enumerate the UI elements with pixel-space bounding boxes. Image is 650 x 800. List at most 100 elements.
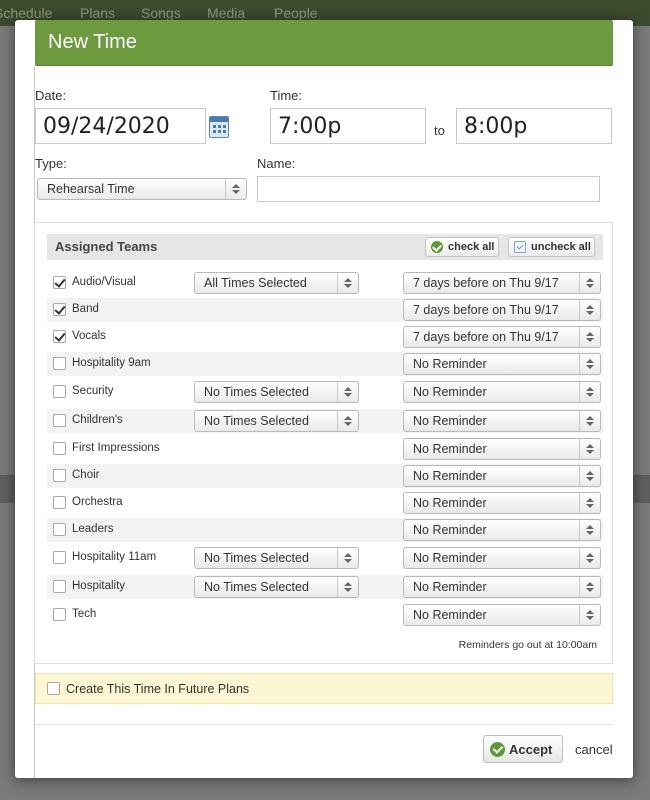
team-row: Audio/Visual All Times Selected 7 days b… — [47, 271, 603, 295]
check-all-button[interactable]: check all — [425, 237, 499, 257]
cancel-link[interactable]: cancel — [575, 742, 613, 757]
team-row: Hospitality 9am No Reminder — [47, 352, 603, 376]
start-time-input[interactable]: 7:00p — [270, 108, 426, 144]
times-select-value: No Times Selected — [204, 385, 309, 399]
future-plans-option[interactable]: Create This Time In Future Plans — [35, 673, 613, 704]
name-label: Name: — [257, 156, 296, 171]
times-select-value: No Times Selected — [204, 551, 309, 565]
reminder-select[interactable]: No Reminder — [403, 353, 601, 375]
reminder-select[interactable]: No Reminder — [403, 547, 601, 569]
reminder-select[interactable]: No Reminder — [403, 576, 601, 598]
team-checkbox[interactable] — [53, 580, 66, 593]
reminder-select-value: 7 days before on Thu 9/17 — [413, 276, 559, 290]
reminder-note: Reminders go out at 10:00am — [458, 639, 597, 651]
team-checkbox[interactable] — [53, 414, 66, 427]
team-name: Orchestra — [72, 496, 123, 508]
team-checkbox[interactable] — [53, 496, 66, 509]
select-arrows-icon — [579, 577, 600, 597]
reminder-select[interactable]: 7 days before on Thu 9/17 — [403, 272, 601, 294]
select-arrows-icon — [337, 382, 358, 402]
select-arrows-icon — [579, 411, 600, 431]
reminder-select-value: No Reminder — [413, 496, 487, 510]
assigned-teams-header: Assigned Teams check all uncheck all — [47, 234, 603, 260]
team-name: Choir — [72, 469, 100, 481]
team-row: Orchestra No Reminder — [47, 491, 603, 515]
select-arrows-icon — [337, 548, 358, 568]
reminder-select-value: No Reminder — [413, 385, 487, 399]
end-time-input[interactable]: 8:00p — [456, 108, 612, 144]
team-row: Hospitality No Times Selected No Reminde… — [47, 575, 603, 599]
team-checkbox[interactable] — [53, 469, 66, 482]
select-arrows-icon — [579, 327, 600, 347]
times-select[interactable]: No Times Selected — [194, 576, 359, 598]
name-input[interactable] — [257, 176, 600, 202]
team-checkbox[interactable] — [53, 442, 66, 455]
reminder-select[interactable]: No Reminder — [403, 492, 601, 514]
times-select[interactable]: No Times Selected — [194, 381, 359, 403]
type-select[interactable]: Rehearsal Time — [37, 178, 247, 200]
reminder-select-value: 7 days before on Thu 9/17 — [413, 303, 559, 317]
select-arrows-icon — [579, 466, 600, 486]
team-name: Tech — [72, 608, 97, 620]
reminder-select-value: 7 days before on Thu 9/17 — [413, 330, 559, 344]
team-row: Choir No Reminder — [47, 464, 603, 488]
select-arrows-icon — [579, 520, 600, 540]
team-checkbox[interactable] — [53, 330, 66, 343]
team-checkbox[interactable] — [53, 303, 66, 316]
times-select-value: No Times Selected — [204, 414, 309, 428]
team-name: Hospitality 11am — [72, 551, 157, 563]
date-input[interactable]: 09/24/2020 — [35, 108, 206, 144]
team-row: First Impressions No Reminder — [47, 437, 603, 461]
team-checkbox[interactable] — [53, 608, 66, 621]
reminder-select-value: No Reminder — [413, 523, 487, 537]
reminder-select-value: No Reminder — [413, 469, 487, 483]
check-circle-icon — [490, 742, 505, 757]
team-row: Vocals 7 days before on Thu 9/17 — [47, 325, 603, 349]
team-row: Children's No Times Selected No Reminder — [47, 409, 603, 433]
bg-nav-people: People — [274, 5, 318, 21]
time-to-text: to — [434, 123, 445, 138]
select-arrows-icon — [225, 179, 246, 199]
bg-nav-plans: Plans — [80, 5, 116, 21]
team-checkbox[interactable] — [53, 385, 66, 398]
reminder-select-value: No Reminder — [413, 442, 487, 456]
times-select[interactable]: No Times Selected — [194, 547, 359, 569]
reminder-select[interactable]: No Reminder — [403, 438, 601, 460]
new-time-dialog: New Time Date: 09/24/2020 Time: 7:00p to… — [15, 20, 633, 778]
uncheck-all-button[interactable]: uncheck all — [508, 237, 595, 257]
team-checkbox[interactable] — [53, 551, 66, 564]
future-plans-label: Create This Time In Future Plans — [66, 682, 250, 696]
team-checkbox[interactable] — [53, 523, 66, 536]
type-select-value: Rehearsal Time — [47, 182, 135, 196]
reminder-select[interactable]: 7 days before on Thu 9/17 — [403, 326, 601, 348]
calendar-icon[interactable] — [209, 116, 229, 138]
reminder-select[interactable]: No Reminder — [403, 465, 601, 487]
assigned-teams-panel: Assigned Teams check all uncheck all Aud… — [34, 222, 613, 664]
reminder-select-value: No Reminder — [413, 357, 487, 371]
team-name: Hospitality — [72, 580, 126, 592]
team-checkbox[interactable] — [53, 276, 66, 289]
reminder-select[interactable]: 7 days before on Thu 9/17 — [403, 299, 601, 321]
times-select[interactable]: No Times Selected — [194, 410, 359, 432]
reminder-select-value: No Reminder — [413, 608, 487, 622]
select-arrows-icon — [579, 493, 600, 513]
times-select-value: No Times Selected — [204, 580, 309, 594]
future-plans-checkbox[interactable] — [47, 682, 60, 695]
select-arrows-icon — [579, 548, 600, 568]
reminder-select[interactable]: No Reminder — [403, 381, 601, 403]
team-checkbox[interactable] — [53, 357, 66, 370]
team-name: Children's — [72, 414, 123, 426]
reminder-select-value: No Reminder — [413, 551, 487, 565]
team-name: Security — [72, 385, 114, 397]
team-name: Audio/Visual — [72, 276, 136, 288]
check-circle-icon — [431, 241, 443, 253]
select-arrows-icon — [579, 605, 600, 625]
times-select[interactable]: All Times Selected — [194, 272, 359, 294]
reminder-select[interactable]: No Reminder — [403, 410, 601, 432]
accept-button[interactable]: Accept — [483, 735, 563, 763]
reminder-select[interactable]: No Reminder — [403, 604, 601, 626]
reminder-select[interactable]: No Reminder — [403, 519, 601, 541]
footer-divider — [35, 724, 613, 725]
select-arrows-icon — [579, 382, 600, 402]
select-arrows-icon — [579, 300, 600, 320]
